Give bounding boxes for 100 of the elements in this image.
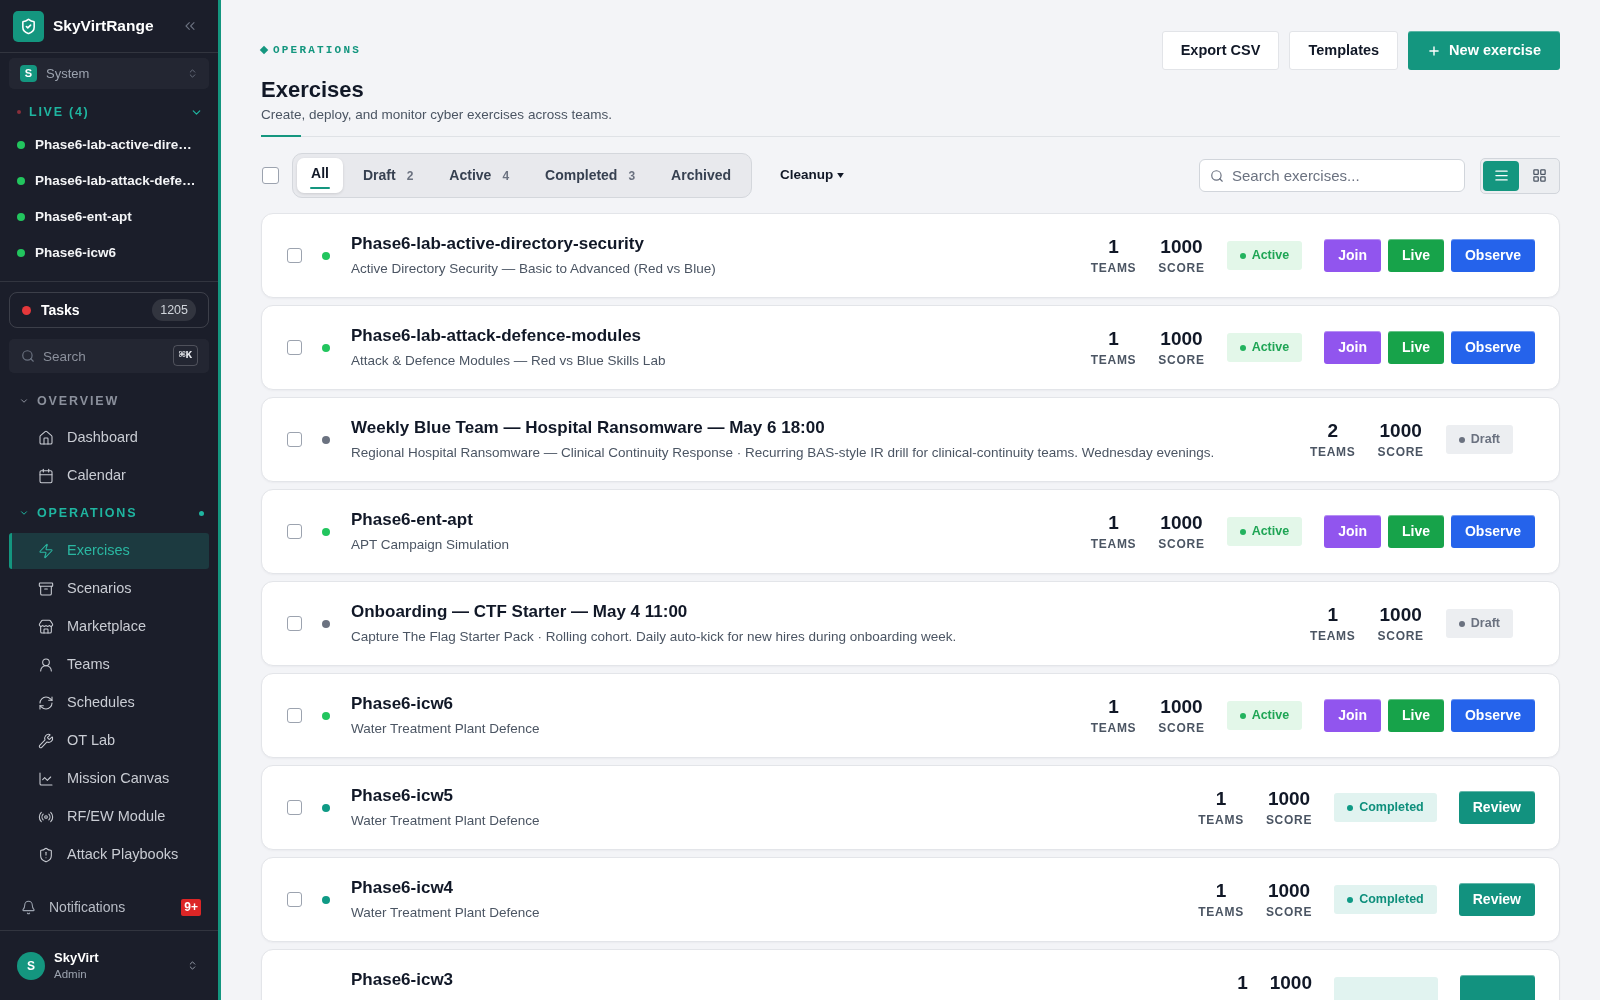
shield-logo-icon — [13, 10, 44, 42]
team-count: 1 — [1108, 695, 1119, 717]
join-button[interactable]: Join — [1324, 699, 1381, 732]
filter-tab[interactable]: Archived — [655, 158, 748, 193]
shortcut-key: ⌘K — [172, 345, 198, 366]
section-header[interactable]: OPERATIONS — [0, 503, 218, 523]
observe-button[interactable]: Observe — [1450, 239, 1535, 272]
exercise-description: Water Treatment Plant Defence — [351, 904, 541, 922]
stat-label: SCORE — [1158, 259, 1205, 276]
refresh-icon — [38, 695, 54, 711]
nav-item[interactable]: Dashboard — [9, 420, 209, 456]
live-exercise-item[interactable]: Phase6-icw6 — [0, 235, 218, 271]
nav-item[interactable]: Mission Canvas — [9, 761, 209, 797]
stat-label: TEAMS — [1309, 627, 1356, 644]
section-eyebrow: OPERATIONS — [273, 43, 361, 57]
stat-label: TEAMS — [1309, 443, 1356, 460]
person-icon — [38, 657, 54, 673]
status-badge: Draft — [1445, 609, 1513, 638]
checkbox[interactable] — [262, 167, 279, 184]
checkbox[interactable] — [287, 800, 302, 815]
nav-item[interactable]: RF/EW Module — [9, 799, 209, 835]
review-button[interactable] — [1460, 975, 1535, 1000]
stat-label: TEAMS — [1090, 535, 1137, 552]
checkbox[interactable] — [287, 892, 302, 907]
stat-label: TEAMS — [1090, 351, 1137, 368]
review-button[interactable]: Review — [1458, 791, 1535, 824]
page-subtitle: Create, deploy, and monitor cyber exercises across teams. — [261, 106, 612, 124]
live-exercise-item[interactable]: Phase6-ent-apt — [0, 199, 218, 235]
workspace-selector[interactable]: S System — [9, 58, 209, 89]
stat-label: SCORE — [1265, 903, 1313, 920]
filter-tab[interactable]: All — [297, 158, 343, 193]
list-view-button[interactable] — [1483, 160, 1519, 191]
export-button[interactable]: Export CSV — [1161, 31, 1280, 70]
join-button[interactable]: Join — [1324, 331, 1381, 364]
score-value: 1000 — [1160, 327, 1203, 349]
shield-alert-icon — [38, 847, 54, 863]
workspace-avatar: S — [20, 65, 37, 82]
status-badge: Completed — [1334, 793, 1437, 822]
exercise-description: Active Directory Security — Basic to Advanced (Red vs Blue) — [351, 260, 717, 278]
calendar-icon — [38, 468, 54, 484]
templates-button[interactable]: Templates — [1289, 31, 1399, 70]
exercise-title: Onboarding — CTF Starter — May 4 11:00 — [351, 601, 689, 623]
stat-label: SCORE — [1158, 351, 1205, 368]
status-badge: Active — [1226, 701, 1303, 730]
nav-item[interactable]: Scenarios — [9, 571, 209, 607]
observe-button[interactable]: Observe — [1450, 699, 1535, 732]
team-count: 1 — [1215, 879, 1227, 901]
checkbox[interactable] — [287, 432, 302, 447]
exercise-description: Attack & Defence Modules — Red vs Blue Skills Lab — [351, 352, 667, 370]
chevrons-up-down-icon — [187, 68, 198, 79]
checkbox[interactable] — [287, 248, 302, 263]
exercise-title: Phase6-icw3 — [351, 969, 455, 991]
review-button[interactable]: Review — [1458, 883, 1535, 916]
plus-icon — [1427, 43, 1442, 58]
filter-tab[interactable]: Completed 3 — [529, 158, 652, 193]
cleanup-dropdown[interactable]: Cleanup — [780, 165, 845, 186]
stat-label: TEAMS — [1090, 259, 1137, 276]
checkbox[interactable] — [287, 340, 302, 355]
live-exercise-item[interactable]: Phase6-lab-attack-defe… — [0, 163, 218, 199]
checkbox[interactable] — [287, 708, 302, 723]
filter-tab[interactable]: Active 4 — [433, 158, 526, 193]
exercise-description: APT Campaign Simulation — [351, 536, 511, 554]
nav-item[interactable]: Marketplace — [9, 609, 209, 645]
nav-item[interactable]: Calendar — [9, 458, 209, 494]
exercise-title: Phase6-lab-attack-defence-modules — [351, 325, 643, 347]
observe-button[interactable]: Observe — [1450, 331, 1535, 364]
live-exercise-item[interactable]: Phase6-lab-active-dire… — [0, 127, 218, 163]
nav-item[interactable]: Teams — [9, 647, 209, 683]
tasks-button[interactable]: Tasks 1205 — [9, 292, 209, 328]
status-badge: Active — [1226, 333, 1303, 362]
stat-label: SCORE — [1265, 811, 1313, 828]
observe-button[interactable]: Observe — [1450, 515, 1535, 548]
nav-item[interactable]: OT Lab — [9, 723, 209, 759]
team-count: 1 — [1237, 971, 1248, 993]
status-badge: Completed — [1334, 885, 1437, 914]
wrench-icon — [38, 733, 54, 749]
nav-item[interactable]: Exercises — [9, 533, 209, 569]
search-field[interactable]: Search exercises... — [1199, 159, 1465, 192]
section-header[interactable]: OVERVIEW — [0, 391, 218, 411]
nav-item[interactable]: Attack Playbooks — [9, 837, 209, 873]
checkbox[interactable] — [287, 616, 302, 631]
team-count: 1 — [1108, 235, 1119, 257]
notifications-button[interactable]: Notifications 9+ — [9, 889, 209, 925]
checkbox[interactable] — [287, 524, 302, 539]
score-value: 1000 — [1160, 235, 1203, 257]
new-exercise-button[interactable]: New exercise — [1408, 31, 1560, 70]
team-count: 1 — [1327, 603, 1339, 625]
stat-label: TEAMS — [1198, 811, 1244, 828]
lightning-icon — [38, 543, 54, 559]
join-button[interactable]: Join — [1324, 515, 1381, 548]
nav-item[interactable]: Schedules — [9, 685, 209, 721]
user-menu[interactable]: S SkyVirt Admin — [0, 931, 218, 1000]
stat-label: TEAMS — [1090, 719, 1137, 736]
archive-icon — [38, 581, 54, 597]
filter-tab[interactable]: Draft 2 — [347, 158, 430, 193]
live-section-header[interactable]: LIVE (4) — [0, 102, 218, 122]
team-count: 1 — [1215, 787, 1227, 809]
score-value: 1000 — [1160, 695, 1203, 717]
join-button[interactable]: Join — [1324, 239, 1381, 272]
status-badge: Active — [1226, 241, 1303, 270]
